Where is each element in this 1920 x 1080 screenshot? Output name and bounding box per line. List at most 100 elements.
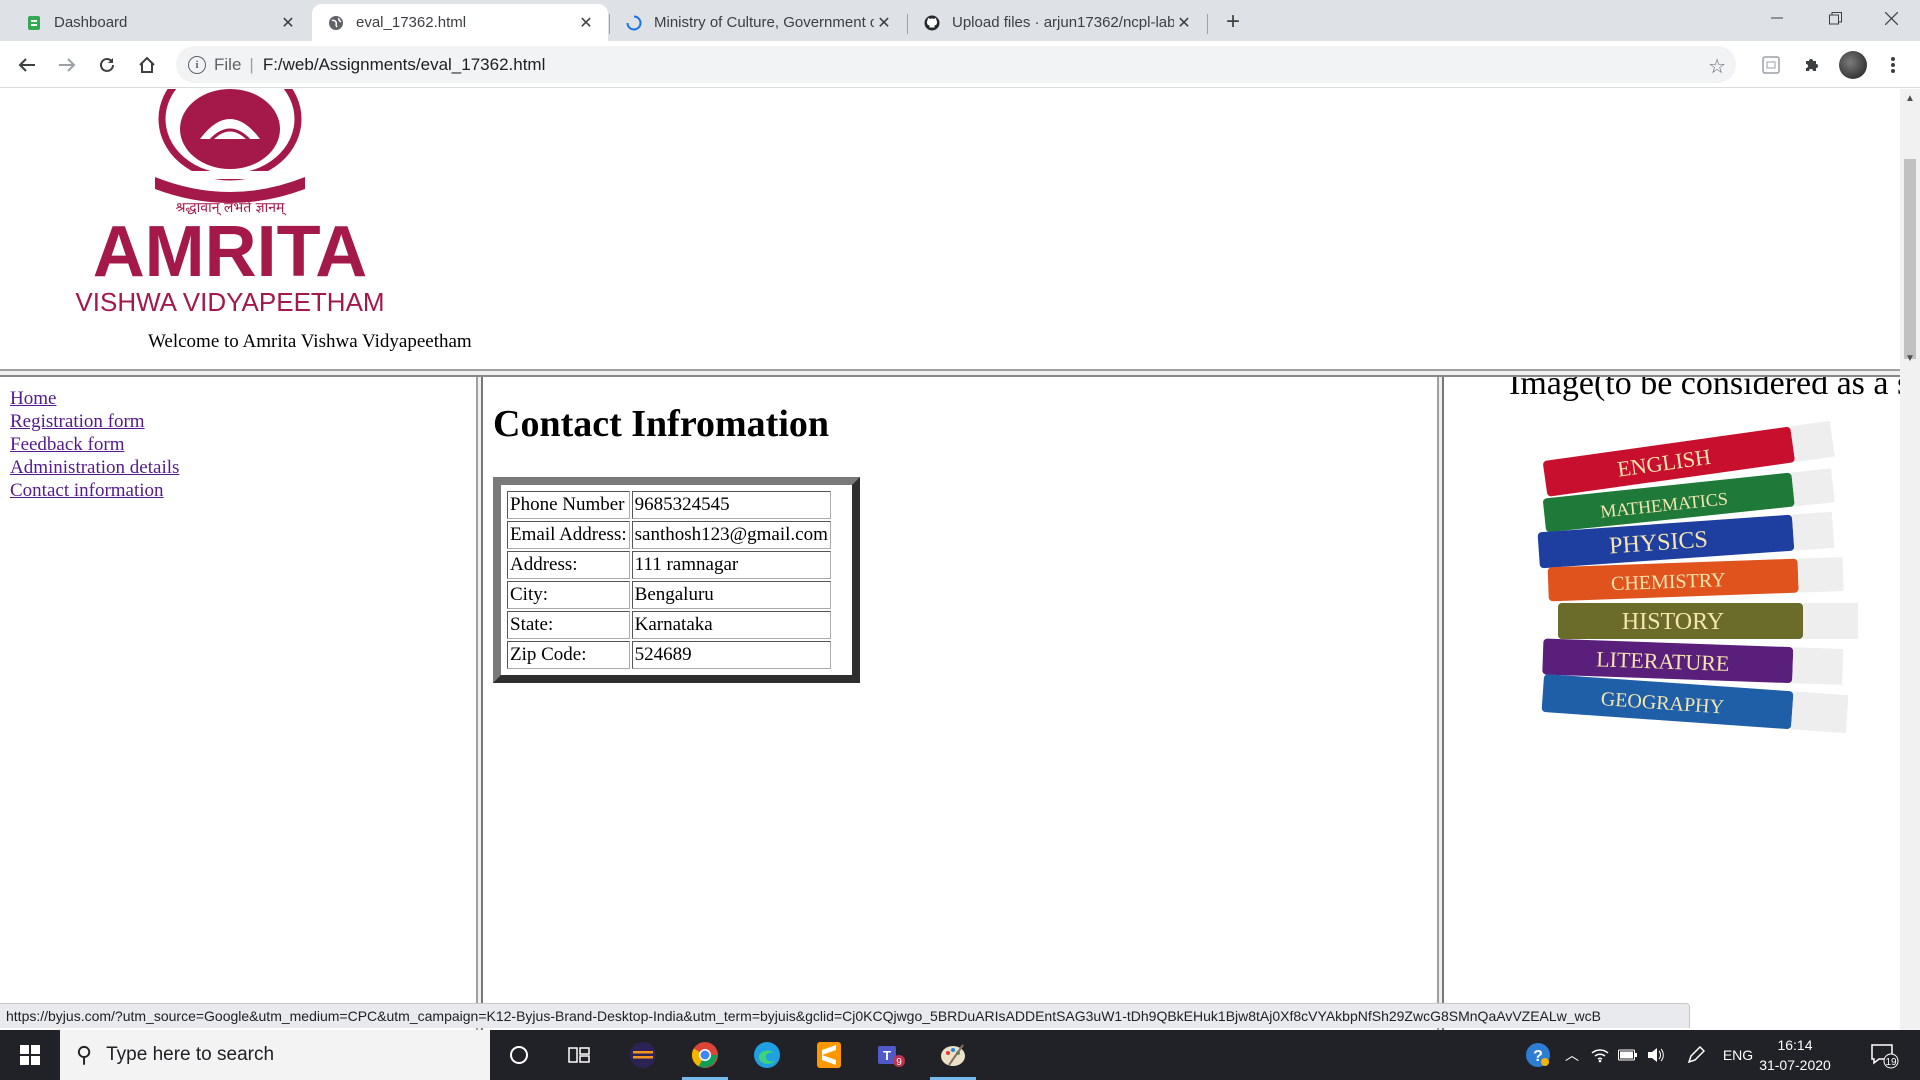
nav-link-administration[interactable]: Administration details xyxy=(10,456,179,479)
row-label: City: xyxy=(507,581,630,609)
close-icon[interactable]: ✕ xyxy=(874,13,894,33)
amrita-logo: श्रद्धावान् लभते ज्ञानम् AMRITA VISHWA V… xyxy=(75,89,385,317)
menu-button[interactable] xyxy=(1876,48,1910,82)
close-window-button[interactable] xyxy=(1862,0,1920,36)
taskbar-clock[interactable]: 16:14 31-07-2020 xyxy=(1755,1035,1835,1075)
nav-link-feedback[interactable]: Feedback form xyxy=(10,433,179,456)
edge-icon xyxy=(754,1042,780,1068)
address-url: F:/web/Assignments/eval_17362.html xyxy=(262,54,546,74)
table-row: State: Karnataka xyxy=(507,611,831,639)
scroll-down-icon[interactable]: ▼ xyxy=(1905,353,1915,364)
tab-dashboard[interactable]: Dashboard ✕ xyxy=(10,4,310,41)
side-image-panel: Image(to be considered as a si ENGLISH M… xyxy=(1443,377,1900,1031)
minimize-button[interactable] xyxy=(1748,0,1806,36)
row-value: santhosh123@gmail.com xyxy=(631,521,831,549)
wifi-icon xyxy=(1591,1049,1609,1063)
network-tray-button[interactable] xyxy=(1588,1030,1612,1080)
new-tab-button[interactable]: + xyxy=(1219,8,1247,36)
teams-icon: T9 xyxy=(878,1046,905,1068)
close-icon[interactable]: ✕ xyxy=(1174,13,1194,33)
contact-table: Phone Number 9685324545 Email Address: s… xyxy=(505,489,833,671)
profile-avatar[interactable] xyxy=(1839,51,1867,79)
forward-button[interactable] xyxy=(50,48,84,82)
language-indicator[interactable]: ENG xyxy=(1716,1030,1760,1080)
row-value: 524689 xyxy=(631,641,831,669)
teams-app-button[interactable]: T9 xyxy=(862,1030,920,1080)
close-icon[interactable]: ✕ xyxy=(576,13,596,33)
tab-strip: Dashboard ✕ eval_17362.html ✕ Ministry o… xyxy=(0,0,1920,41)
sublime-app-button[interactable] xyxy=(800,1030,858,1080)
scrollbar-thumb[interactable] xyxy=(1904,159,1916,359)
back-arrow-icon xyxy=(18,58,35,72)
task-view-icon xyxy=(568,1047,590,1063)
table-row: City: Bengaluru xyxy=(507,581,831,609)
task-view-button[interactable] xyxy=(550,1030,608,1080)
tab-label: Ministry of Culture, Government of India xyxy=(654,14,874,31)
book-label: LITERATURE xyxy=(1596,646,1730,676)
pen-tray-button[interactable] xyxy=(1684,1030,1708,1080)
taskbar-search[interactable]: ⚲ Type here to search xyxy=(60,1030,490,1080)
tab-ministry[interactable]: Ministry of Culture, Government of India… xyxy=(610,4,906,41)
row-label: Email Address: xyxy=(507,521,630,549)
battery-icon xyxy=(1618,1049,1637,1061)
frame-border[interactable] xyxy=(476,377,483,1031)
table-row: Phone Number 9685324545 xyxy=(507,491,831,519)
speaker-icon xyxy=(1648,1048,1664,1062)
close-icon[interactable]: ✕ xyxy=(278,13,298,33)
nav-link-registration[interactable]: Registration form xyxy=(10,410,179,433)
table-row: Zip Code: 524689 xyxy=(507,641,831,669)
search-icon: ⚲ xyxy=(76,1042,93,1067)
cortana-circle-icon xyxy=(510,1046,528,1064)
info-icon[interactable]: i xyxy=(188,55,206,74)
address-bar[interactable]: i File | F:/web/Assignments/eval_17362.h… xyxy=(176,46,1736,83)
page-scrollbar[interactable]: ▲ ▼ xyxy=(1900,89,1920,1031)
frame-border[interactable] xyxy=(0,369,1900,377)
home-button[interactable] xyxy=(130,48,164,82)
logo-title: AMRITA xyxy=(93,212,368,292)
chrome-icon xyxy=(691,1042,718,1068)
pen-icon xyxy=(1687,1046,1705,1064)
help-tray-button[interactable]: ? xyxy=(1520,1030,1556,1080)
paint-palette-icon xyxy=(941,1044,965,1066)
nav-link-home[interactable]: Home xyxy=(10,387,179,410)
row-label: State: xyxy=(507,611,630,639)
nav-link-contact[interactable]: Contact information xyxy=(10,479,179,502)
tab-label: Upload files · arjun17362/ncpl-lab xyxy=(952,14,1174,31)
reload-button[interactable] xyxy=(90,48,124,82)
chrome-app-button[interactable] xyxy=(676,1030,734,1080)
address-separator: | xyxy=(249,54,254,74)
volume-tray-button[interactable] xyxy=(1644,1030,1668,1080)
edge-app-button[interactable] xyxy=(738,1030,796,1080)
help-icon: ? xyxy=(1526,1043,1550,1067)
eclipse-icon xyxy=(630,1042,656,1068)
row-value: 9685324545 xyxy=(631,491,831,519)
taskbar: ⚲ Type here to search T9 ? ︿ ENG 16:14 3… xyxy=(0,1030,1920,1080)
logo-subtitle: VISHWA VIDYAPEETHAM xyxy=(75,287,384,317)
tab-github[interactable]: Upload files · arjun17362/ncpl-lab ✕ xyxy=(908,4,1206,41)
notifications-button[interactable]: 19 xyxy=(1860,1030,1908,1080)
close-icon xyxy=(1884,11,1898,25)
show-hidden-icons-button[interactable]: ︿ xyxy=(1560,1030,1584,1080)
contact-table-frame: Phone Number 9685324545 Email Address: s… xyxy=(493,477,860,683)
notification-count: 19 xyxy=(1885,1057,1897,1068)
restore-button[interactable] xyxy=(1806,0,1864,36)
row-value: Karnataka xyxy=(631,611,831,639)
book-label: CHEMISTRY xyxy=(1611,569,1726,595)
page-title: Contact Infromation xyxy=(493,403,830,445)
paint-app-button[interactable] xyxy=(924,1030,982,1080)
start-button[interactable] xyxy=(0,1030,60,1080)
scroll-up-icon[interactable]: ▲ xyxy=(1905,93,1915,104)
eclipse-app-button[interactable] xyxy=(614,1030,672,1080)
back-button[interactable] xyxy=(10,48,44,82)
puzzle-icon xyxy=(1806,59,1818,71)
bookmark-star-icon[interactable]: ☆ xyxy=(1708,54,1726,79)
books-stack-image: ENGLISH MATHEMATICS PHYSICS CHEMISTRY HI… xyxy=(1537,420,1858,734)
extensions-button[interactable] xyxy=(1795,48,1829,82)
extension-button[interactable] xyxy=(1754,48,1788,82)
browser-toolbar: i File | F:/web/Assignments/eval_17362.h… xyxy=(0,41,1920,88)
battery-tray-button[interactable] xyxy=(1616,1030,1640,1080)
cortana-button[interactable] xyxy=(490,1030,548,1080)
tab-eval[interactable]: eval_17362.html ✕ xyxy=(312,4,608,41)
welcome-text: Welcome to Amrita Vishwa Vidyapeetham xyxy=(148,331,472,352)
teams-badge: 9 xyxy=(896,1057,902,1068)
